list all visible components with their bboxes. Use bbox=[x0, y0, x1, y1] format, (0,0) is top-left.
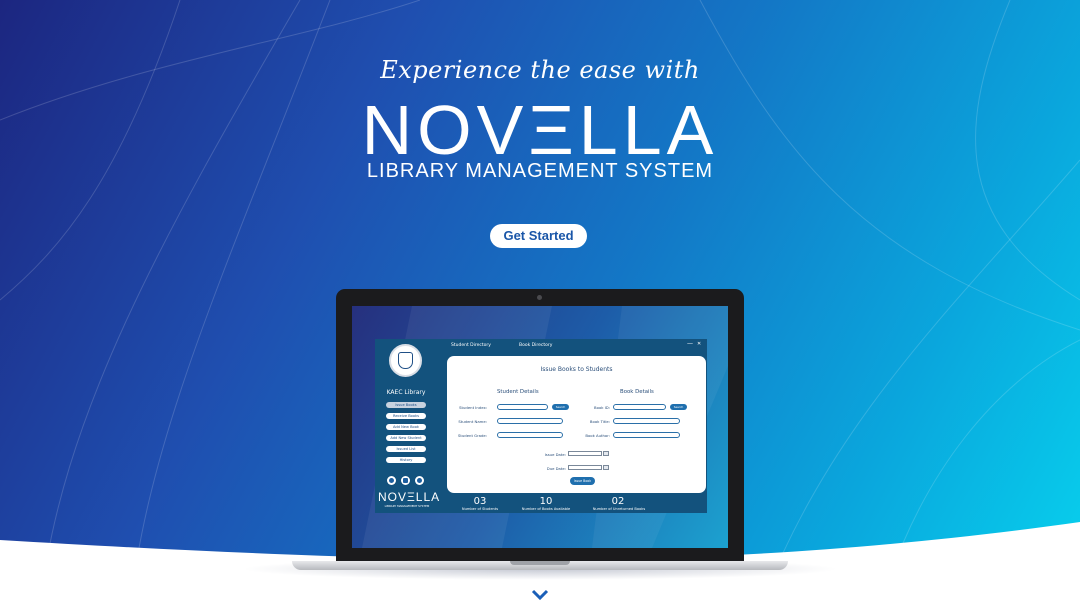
book-author-input[interactable] bbox=[613, 432, 680, 438]
minimize-icon[interactable]: — bbox=[687, 340, 693, 347]
book-title-label: Book Title: bbox=[589, 419, 610, 424]
stat-books-available-value: 10 bbox=[539, 496, 553, 507]
panel-title: Issue Books to Students bbox=[540, 366, 613, 373]
tab-book-directory[interactable]: Book Directory bbox=[519, 343, 552, 348]
nav-issue-books[interactable]: Issue Books bbox=[386, 402, 426, 408]
due-date-input[interactable] bbox=[568, 465, 602, 470]
stat-books-available-label: Number of Books Available bbox=[521, 507, 571, 511]
student-name-input[interactable] bbox=[497, 418, 563, 424]
droplet-icon[interactable] bbox=[387, 476, 396, 485]
issue-date-label: Issue Date: bbox=[544, 452, 566, 457]
camera-icon bbox=[537, 295, 542, 300]
laptop-base bbox=[292, 561, 788, 570]
laptop-frame: KAEC Library Issue Books Receive Books A… bbox=[336, 289, 744, 561]
laptop-screen: KAEC Library Issue Books Receive Books A… bbox=[352, 306, 728, 548]
sidebar-brand-subtitle: LIBRARY MANAGEMENT SYSTEM bbox=[384, 504, 430, 508]
library-name: KAEC Library bbox=[386, 389, 426, 396]
sidebar-brand: NOVΞLLA bbox=[378, 490, 441, 504]
student-search-button[interactable]: Search bbox=[552, 404, 569, 410]
close-icon[interactable]: ✕ bbox=[697, 341, 701, 347]
tab-student-directory[interactable]: Student Directory bbox=[451, 343, 491, 348]
library-logo bbox=[389, 344, 422, 377]
issue-date-input[interactable] bbox=[568, 451, 602, 456]
hero-subtitle: LIBRARY MANAGEMENT SYSTEM bbox=[366, 160, 714, 182]
book-search-button[interactable]: Search bbox=[670, 404, 687, 410]
calendar-icon[interactable] bbox=[603, 465, 609, 470]
nav-issued-list[interactable]: Issued List bbox=[386, 446, 426, 452]
book-details-title: Book Details bbox=[620, 389, 654, 395]
student-index-input[interactable] bbox=[497, 404, 548, 410]
student-grade-input[interactable] bbox=[497, 432, 563, 438]
nav-add-new-book[interactable]: Add New Book bbox=[386, 424, 426, 430]
stat-students-label: Number of Students bbox=[461, 507, 499, 511]
document-icon[interactable] bbox=[401, 476, 410, 485]
book-title-input[interactable] bbox=[613, 418, 680, 424]
issue-books-panel: Issue Books to Students Student Details … bbox=[447, 356, 706, 493]
student-grade-label: Student Grade: bbox=[457, 433, 487, 438]
crest-icon bbox=[398, 352, 413, 369]
laptop-notch bbox=[510, 561, 570, 565]
student-details-title: Student Details bbox=[497, 389, 539, 395]
issue-book-button[interactable]: Issue Book bbox=[570, 477, 595, 485]
sidebar: KAEC Library Issue Books Receive Books A… bbox=[375, 339, 441, 513]
book-id-label: Book ID: bbox=[594, 405, 610, 410]
nav-add-new-student[interactable]: Add New Student bbox=[386, 435, 426, 441]
hero-brand-logo: NOVΞLLA bbox=[361, 91, 719, 169]
app-window: KAEC Library Issue Books Receive Books A… bbox=[375, 339, 707, 513]
calendar-icon[interactable] bbox=[603, 451, 609, 456]
stat-unreturned-value: 02 bbox=[611, 496, 625, 507]
nav-history[interactable]: History bbox=[386, 457, 426, 463]
user-icon[interactable] bbox=[415, 476, 424, 485]
student-index-label: Student Index: bbox=[459, 405, 487, 410]
stat-unreturned-label: Number of Unreturned Books bbox=[592, 507, 646, 511]
hero-tagline: Experience the ease with bbox=[380, 56, 700, 84]
stat-students-value: 03 bbox=[473, 496, 487, 507]
get-started-button[interactable]: Get Started bbox=[490, 224, 587, 248]
due-date-label: Due Date: bbox=[546, 466, 566, 471]
nav-receive-books[interactable]: Receive Books bbox=[386, 413, 426, 419]
book-id-input[interactable] bbox=[613, 404, 666, 410]
chevron-down-icon[interactable] bbox=[531, 589, 549, 601]
student-name-label: Student Name: bbox=[458, 419, 487, 424]
book-author-label: Book Author: bbox=[585, 433, 610, 438]
